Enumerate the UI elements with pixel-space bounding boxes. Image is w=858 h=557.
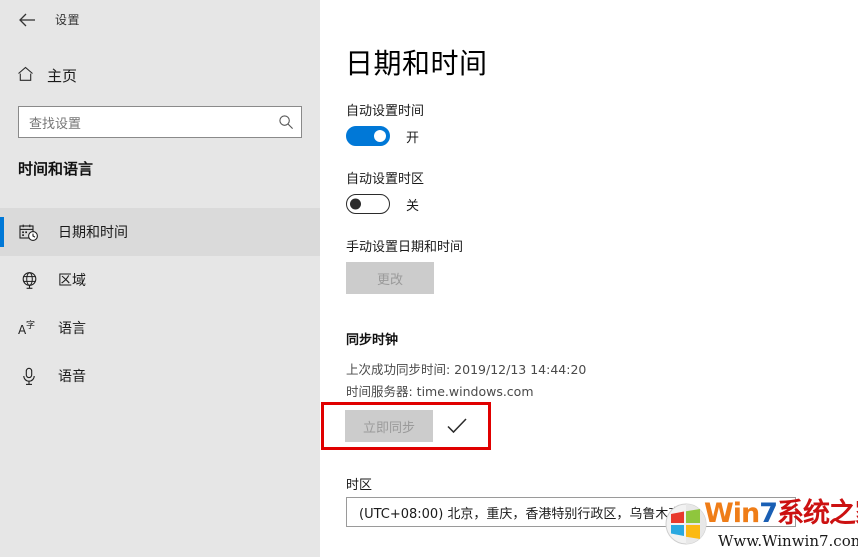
sidebar-item-label: 语言 (58, 321, 86, 337)
page-title: 日期和时间 (345, 47, 488, 80)
auto-timezone-toggle-row: 关 (346, 194, 419, 214)
microphone-icon (18, 365, 40, 387)
search-input[interactable]: 查找设置 (18, 106, 302, 138)
title-bar: 设置 (0, 0, 320, 40)
globe-icon (18, 269, 40, 291)
window-title: 设置 (55, 13, 81, 27)
calendar-clock-icon (18, 221, 40, 243)
language-a-icon: A 字 (18, 317, 40, 339)
sidebar-item-region[interactable]: 区域 (0, 256, 320, 304)
auto-timezone-state: 关 (406, 198, 420, 214)
sidebar-item-speech[interactable]: 语音 (0, 352, 320, 400)
auto-time-toggle-row: 开 (346, 126, 419, 146)
auto-timezone-label: 自动设置时区 (346, 172, 425, 187)
toggle-knob (350, 198, 361, 210)
settings-window: 设置 主页 查找设置 时间和语言 日期和时间 区域 A 字 语言 语音 日期和时… (0, 0, 858, 557)
change-button[interactable]: 更改 (346, 262, 434, 294)
last-sync-time: 上次成功同步时间: 2019/12/13 14:44:20 (346, 362, 587, 377)
home-icon (16, 66, 34, 85)
sidebar-item-language[interactable]: A 字 语言 (0, 304, 320, 352)
sidebar-item-date-time[interactable]: 日期和时间 (0, 208, 320, 256)
sync-now-button[interactable]: 立即同步 (345, 410, 433, 442)
time-server: 时间服务器: time.windows.com (346, 384, 534, 399)
sidebar-item-home[interactable]: 主页 (16, 60, 77, 90)
sidebar-category-heading: 时间和语言 (18, 160, 94, 178)
home-label: 主页 (47, 66, 78, 85)
manual-set-label: 手动设置日期和时间 (346, 240, 464, 255)
timezone-label: 时区 (346, 478, 373, 493)
sidebar-item-label: 区域 (58, 273, 86, 289)
main-content: 日期和时间 自动设置时间 开 自动设置时区 关 手动设置日期和时间 更改 同步时… (320, 0, 858, 557)
sidebar-nav-list: 日期和时间 区域 A 字 语言 语音 (0, 208, 320, 400)
toggle-knob (374, 130, 386, 142)
sidebar: 设置 主页 查找设置 时间和语言 日期和时间 区域 A 字 语言 语音 (0, 0, 320, 557)
checkmark-icon (443, 411, 471, 441)
sidebar-item-label: 日期和时间 (58, 225, 128, 241)
svg-text:字: 字 (26, 319, 35, 331)
auto-time-toggle[interactable] (346, 126, 390, 146)
auto-timezone-toggle[interactable] (346, 194, 390, 214)
timezone-value: (UTC+08:00) 北京，重庆，香港特别行政区，乌鲁木齐 (359, 506, 682, 522)
back-arrow-icon[interactable] (10, 4, 44, 36)
auto-time-label: 自动设置时间 (346, 104, 425, 119)
search-icon[interactable] (271, 107, 301, 137)
sidebar-item-label: 语音 (58, 369, 86, 385)
search-placeholder: 查找设置 (29, 116, 82, 132)
timezone-select[interactable]: (UTC+08:00) 北京，重庆，香港特别行政区，乌鲁木齐 (346, 497, 796, 527)
auto-time-state: 开 (406, 130, 420, 146)
sync-clock-heading: 同步时钟 (346, 333, 399, 348)
